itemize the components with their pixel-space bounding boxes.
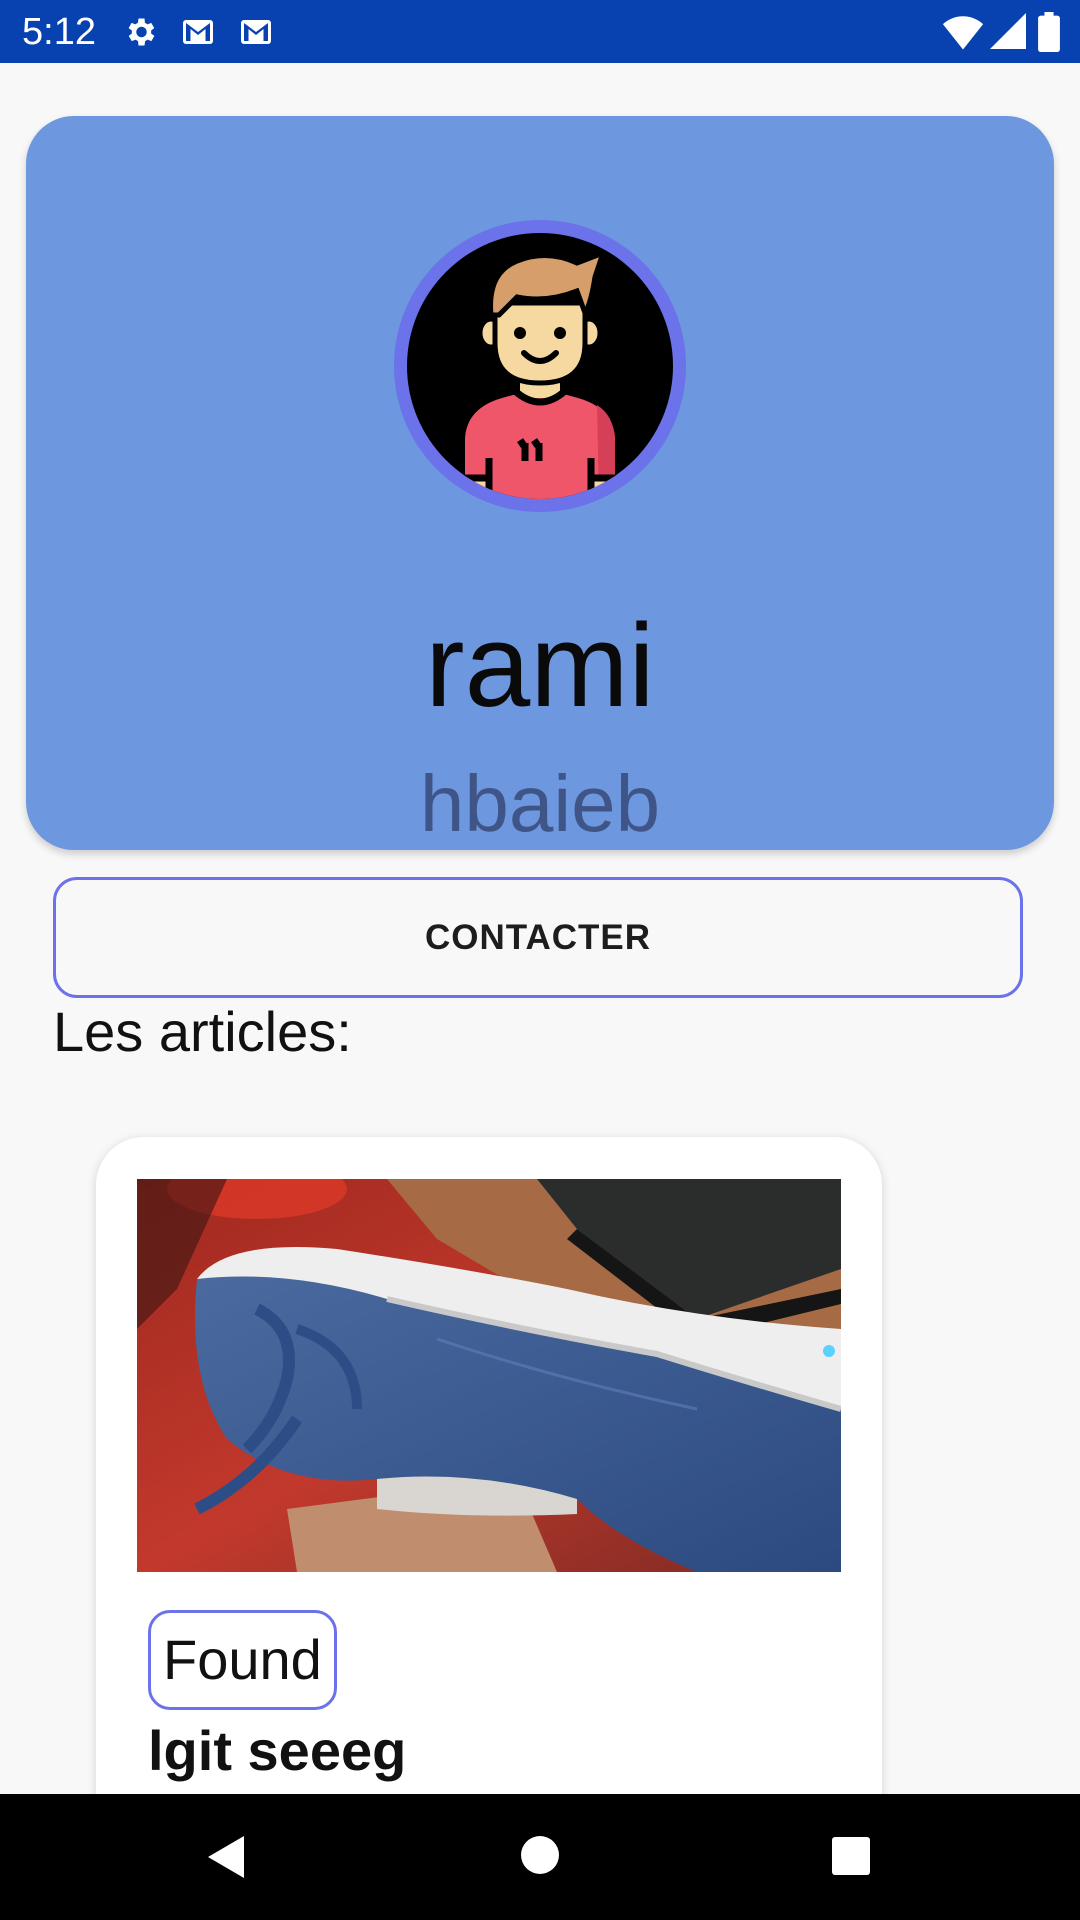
profile-last-name: hbaieb xyxy=(419,759,661,848)
status-time: 5:12 xyxy=(22,11,96,53)
status-bar: 5:12 xyxy=(0,0,1080,63)
recents-icon[interactable] xyxy=(830,1835,872,1877)
navigation-bar xyxy=(0,1794,1080,1920)
article-image xyxy=(137,1179,841,1572)
home-icon[interactable] xyxy=(519,1834,561,1876)
article-title: lgit seeeg xyxy=(148,1719,407,1782)
wifi-icon xyxy=(942,16,984,50)
gmail-icon xyxy=(241,20,271,44)
articles-section-title: Les articles: xyxy=(53,1000,352,1063)
avatar-ring xyxy=(394,220,686,512)
avatar-boy-icon xyxy=(457,248,623,499)
signal-icon xyxy=(990,13,1026,49)
gear-icon xyxy=(128,18,155,46)
contact-button[interactable]: CONTACTER xyxy=(53,877,1023,998)
article-status-chip: Found xyxy=(148,1610,337,1710)
back-icon[interactable] xyxy=(204,1834,250,1880)
gmail-icon xyxy=(183,20,213,44)
profile-card: rami hbaieb xyxy=(26,116,1054,850)
article-card[interactable]: Found lgit seeeg xyxy=(96,1137,882,1837)
battery-icon xyxy=(1038,12,1060,52)
avatar xyxy=(407,233,673,499)
profile-first-name: rami xyxy=(425,600,655,732)
